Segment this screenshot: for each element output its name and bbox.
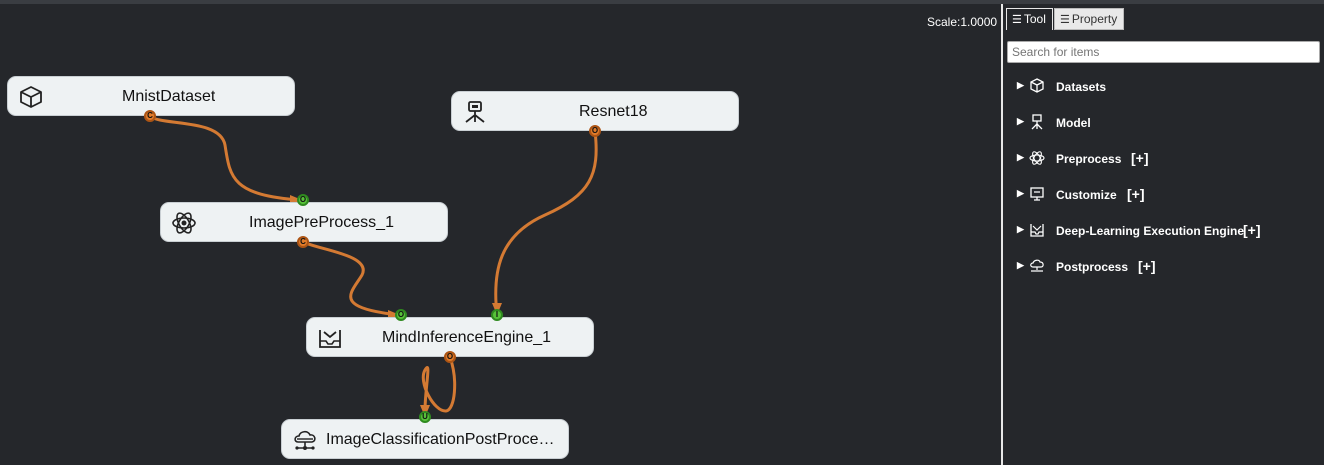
- atom-icon: [1029, 151, 1045, 165]
- node-label: ImagePreProcess_1: [249, 214, 394, 231]
- atom-icon: [172, 212, 196, 234]
- add-button[interactable]: [+]: [1131, 150, 1149, 166]
- tree-item-label: Deep-Learning Execution Engine: [1056, 224, 1245, 238]
- tree-item-label: Datasets: [1056, 80, 1107, 94]
- inbox-icon: [319, 330, 341, 348]
- cloud-network-icon: [294, 430, 316, 450]
- tree-item-label: Customize: [1056, 188, 1117, 202]
- side-panel: ☰Tool ☰Property ▶ Datasets ▶ Model ▶ Pre…: [1003, 4, 1324, 465]
- scale-indicator: Scale:1.0000: [927, 15, 998, 29]
- tree-item-label: Model: [1056, 116, 1091, 130]
- node-label: Resnet18: [579, 103, 648, 120]
- chevron-right-icon[interactable]: ▶: [1017, 224, 1024, 235]
- tree-item-label: Preprocess: [1056, 152, 1122, 166]
- tree-item-customize[interactable]: ▶ Customize [+]: [1013, 185, 1313, 205]
- model-icon: [1031, 114, 1043, 130]
- model-icon: [465, 101, 485, 123]
- tab-property[interactable]: ☰ Property: [1054, 8, 1124, 30]
- cube-icon: [20, 86, 42, 108]
- chevron-right-icon[interactable]: ▶: [1017, 188, 1024, 199]
- tree-item-deep-learning-engine[interactable]: ▶ Deep-Learning Execution Engine [+]: [1013, 221, 1313, 241]
- tree-item-label: Postprocess: [1056, 260, 1129, 274]
- node-label: ImageClassificationPostProce…: [326, 431, 555, 448]
- search-input[interactable]: [1007, 41, 1320, 63]
- cloud-network-icon: [1030, 259, 1044, 272]
- inbox-icon: [1030, 224, 1044, 237]
- add-button[interactable]: [+]: [1127, 186, 1145, 202]
- add-button[interactable]: [+]: [1138, 258, 1156, 274]
- input-port[interactable]: O: [297, 194, 309, 206]
- cube-icon: [1030, 78, 1044, 93]
- customize-icon: [1030, 187, 1044, 201]
- tree-item-preprocess[interactable]: ▶ Preprocess [+]: [1013, 149, 1313, 169]
- output-port[interactable]: O: [444, 351, 456, 363]
- node-image-classification-postprocess[interactable]: ImageClassificationPostProce…: [281, 419, 569, 459]
- chevron-right-icon[interactable]: ▶: [1017, 152, 1024, 163]
- node-label: MnistDataset: [122, 88, 216, 105]
- list-icon: ☰: [1060, 14, 1070, 26]
- add-button[interactable]: [+]: [1243, 222, 1261, 238]
- output-port[interactable]: C: [144, 110, 156, 122]
- tree-item-postprocess[interactable]: ▶ Postprocess [+]: [1013, 257, 1313, 277]
- node-label: MindInferenceEngine_1: [382, 329, 552, 346]
- tree-item-model[interactable]: ▶ Model: [1013, 113, 1313, 133]
- input-port[interactable]: O: [395, 309, 407, 321]
- input-port[interactable]: U: [419, 411, 431, 423]
- tree-item-datasets[interactable]: ▶ Datasets: [1013, 77, 1313, 97]
- chevron-right-icon[interactable]: ▶: [1017, 116, 1024, 127]
- chevron-right-icon[interactable]: ▶: [1017, 260, 1024, 271]
- input-port[interactable]: I: [491, 309, 503, 321]
- tab-tool[interactable]: ☰ Tool: [1006, 8, 1053, 30]
- flow-canvas[interactable]: Scale:1.0000: [0, 4, 1001, 465]
- output-port[interactable]: C: [297, 236, 309, 248]
- chevron-right-icon[interactable]: ▶: [1017, 80, 1024, 91]
- output-port[interactable]: O: [589, 125, 601, 137]
- list-icon: ☰: [1012, 14, 1022, 26]
